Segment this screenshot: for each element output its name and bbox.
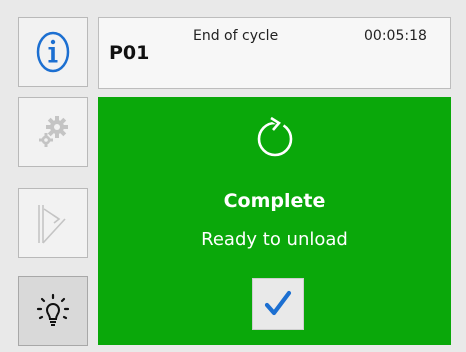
cycle-status: End of cycle (193, 28, 279, 44)
confirm-button[interactable] (252, 278, 304, 330)
complete-panel: Complete Ready to unload (98, 97, 451, 345)
panel-title: Complete (223, 190, 326, 212)
settings-button[interactable] (18, 97, 88, 167)
info-button[interactable] (18, 17, 88, 87)
program-number: P01 (109, 42, 150, 64)
cycle-complete-icon (257, 114, 293, 157)
gears-icon (39, 116, 68, 147)
light-button[interactable] (18, 276, 88, 346)
checkmark-icon (264, 290, 292, 316)
panel-subtitle: Ready to unload (201, 229, 348, 250)
lightbulb-icon (36, 293, 70, 326)
valve-button[interactable] (18, 188, 88, 258)
valve-icon (38, 205, 66, 244)
cycle-timer: 00:05:18 (364, 28, 427, 44)
status-header: P01 End of cycle 00:05:18 (98, 17, 451, 89)
info-icon (36, 31, 70, 73)
